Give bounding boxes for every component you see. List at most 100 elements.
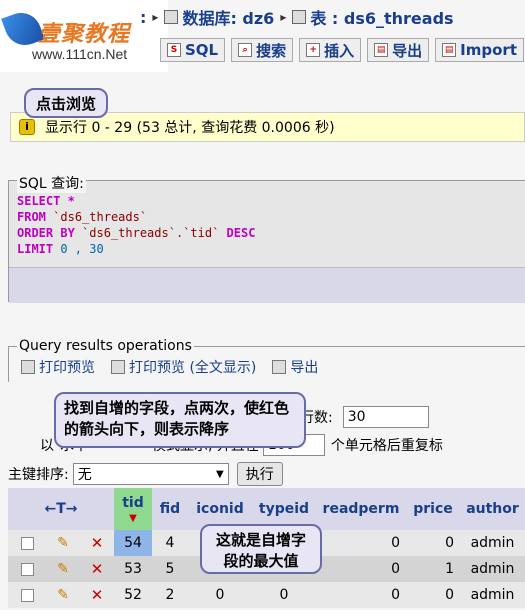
chevron-right-icon: ▸ bbox=[280, 10, 287, 24]
qro-legend: Query results operations bbox=[17, 338, 194, 354]
sql-from: FROM bbox=[17, 210, 46, 224]
chevron-down-icon: ▼ bbox=[216, 468, 224, 480]
header-author[interactable]: author bbox=[460, 488, 525, 530]
display-prefix: 以 bbox=[40, 438, 54, 454]
sql-limit-values: 0 , 30 bbox=[60, 242, 104, 256]
breadcrumb-table[interactable]: 表 : ds6_threads bbox=[310, 5, 453, 29]
cell-author: admin bbox=[470, 535, 515, 551]
delete-icon[interactable]: ✕ bbox=[91, 586, 104, 604]
export-icon: ▤ bbox=[374, 43, 389, 57]
sql-query-code: SELECT * FROM `ds6_threads` ORDER BY `ds… bbox=[17, 193, 255, 257]
export-icon bbox=[272, 360, 287, 374]
sql-star: * bbox=[67, 194, 75, 208]
cell-price: 0 bbox=[445, 587, 454, 603]
tab-import-label: Import bbox=[460, 41, 517, 59]
breadcrumb: : ▸ 数据库: dz6 ▸ 表 : ds6_threads bbox=[140, 5, 454, 29]
delete-icon[interactable]: ✕ bbox=[91, 560, 104, 578]
insert-icon: + bbox=[306, 43, 321, 57]
header-tid[interactable]: tid ▼ bbox=[114, 488, 152, 530]
sql-limit: LIMIT bbox=[17, 242, 54, 256]
cell-author: admin bbox=[470, 561, 515, 577]
cell-readperm: 0 bbox=[391, 561, 400, 577]
tab-bar: S SQL ⌕ 搜索 + 插入 ▤ 导出 ▤ Import bbox=[160, 38, 524, 62]
column-resize-icon[interactable]: ←T→ bbox=[8, 488, 114, 530]
tab-sql-label: SQL bbox=[185, 41, 219, 59]
cell-readperm: 0 bbox=[391, 535, 400, 551]
sql-select: SELECT bbox=[17, 194, 61, 208]
row-checkbox[interactable] bbox=[20, 588, 34, 602]
logo-brand: 壹聚教程 bbox=[38, 22, 131, 47]
table-icon bbox=[292, 10, 307, 24]
sql-query-panel: SQL 查询: SELECT * FROM `ds6_threads` ORDE… bbox=[8, 173, 525, 303]
row-checkbox[interactable] bbox=[20, 562, 34, 576]
tab-export-label: 导出 bbox=[392, 41, 423, 60]
cell-iconid: 0 bbox=[215, 587, 225, 603]
sort-desc-arrow-icon: ▼ bbox=[129, 512, 137, 524]
search-icon: ⌕ bbox=[238, 43, 253, 57]
breadcrumb-database[interactable]: 数据库: dz6 bbox=[182, 5, 274, 29]
printer-icon bbox=[111, 360, 125, 374]
cell-tid: 54 bbox=[114, 530, 152, 556]
cell-fid: 5 bbox=[165, 561, 175, 577]
tab-insert-label: 插入 bbox=[324, 41, 355, 60]
cell-price: 1 bbox=[445, 561, 454, 577]
printer-icon bbox=[21, 360, 35, 374]
cell-readperm: 0 bbox=[391, 587, 400, 603]
print-preview-full-label: 打印预览 (全文显示) bbox=[129, 360, 257, 376]
edit-pencil-icon[interactable]: ✎ bbox=[57, 535, 69, 551]
sql-table: `ds6_threads` bbox=[53, 210, 148, 224]
print-preview-link[interactable]: 打印预览 bbox=[21, 357, 95, 377]
tab-export[interactable]: ▤ 导出 bbox=[367, 38, 430, 62]
sql-order-col: `ds6_threads`.`tid` bbox=[82, 226, 220, 240]
query-results-operations: Query results operations 打印预览 打印预览 (全文显示… bbox=[8, 338, 525, 382]
sort-label: 主键排序: bbox=[8, 467, 69, 483]
delete-icon[interactable]: ✕ bbox=[91, 534, 104, 552]
tab-insert[interactable]: + 插入 bbox=[299, 38, 362, 62]
tab-sql[interactable]: S SQL bbox=[160, 38, 226, 62]
export-label: 导出 bbox=[290, 360, 319, 376]
print-preview-label: 打印预览 bbox=[39, 360, 95, 376]
breadcrumb-prefix: : bbox=[140, 7, 147, 27]
sort-select-value: 无 bbox=[77, 467, 92, 483]
sort-control: 主键排序: 无 ▼ 执行 bbox=[8, 462, 283, 486]
cell-author: admin bbox=[470, 587, 515, 603]
callout-browse: 点击浏览 bbox=[24, 88, 108, 118]
callout-max-tip: 这就是自增字段的最大值 bbox=[200, 524, 322, 574]
sql-desc: DESC bbox=[226, 226, 256, 240]
export-link[interactable]: 导出 bbox=[272, 357, 318, 377]
execute-button[interactable]: 执行 bbox=[236, 462, 283, 486]
cell-price: 0 bbox=[445, 535, 454, 551]
header-price[interactable]: price bbox=[406, 488, 460, 530]
import-icon: ▤ bbox=[442, 43, 457, 57]
sql-action-strip bbox=[9, 267, 525, 303]
rows-input[interactable]: 30 bbox=[342, 406, 429, 428]
cell-fid: 2 bbox=[165, 587, 175, 603]
callout-sort-tip: 找到自增的字段，点两次，使红色的箭头向下，则表示降序 bbox=[54, 392, 306, 448]
row-checkbox[interactable] bbox=[20, 536, 34, 550]
header-tid-label: tid bbox=[122, 494, 144, 511]
database-icon bbox=[164, 10, 179, 24]
tab-import[interactable]: ▤ Import bbox=[435, 38, 524, 62]
info-icon: i bbox=[19, 119, 35, 135]
header-fid[interactable]: fid bbox=[152, 488, 188, 530]
logo-url: www.111cn.Net bbox=[32, 46, 128, 62]
result-info-text: 显示行 0 - 29 (53 总计, 查询花费 0.0006 秒) bbox=[45, 120, 335, 136]
cell-fid: 4 bbox=[165, 535, 175, 551]
edit-pencil-icon[interactable]: ✎ bbox=[57, 561, 69, 577]
sql-query-legend: SQL 查询: bbox=[17, 173, 86, 193]
tab-search[interactable]: ⌕ 搜索 bbox=[231, 38, 294, 62]
sql-order: ORDER BY bbox=[17, 226, 75, 240]
header-readperm[interactable]: readperm bbox=[316, 488, 406, 530]
rows-control: 行数: 30 bbox=[300, 406, 429, 428]
chevron-right-icon: ▸ bbox=[152, 10, 159, 24]
print-preview-full-link[interactable]: 打印预览 (全文显示) bbox=[111, 357, 256, 377]
cell-tid: 52 bbox=[124, 587, 142, 603]
sort-select[interactable]: 无 ▼ bbox=[72, 463, 229, 485]
repeat-suffix: 个单元格后重复标 bbox=[330, 438, 443, 454]
cell-tid: 53 bbox=[124, 561, 142, 577]
edit-pencil-icon[interactable]: ✎ bbox=[57, 587, 69, 603]
cell-typeid: 0 bbox=[279, 587, 289, 603]
sql-icon: S bbox=[167, 43, 181, 57]
tab-search-label: 搜索 bbox=[256, 41, 287, 60]
table-row: ✎ ✕ 52 2 0 0 0 0 admin bbox=[8, 582, 525, 608]
